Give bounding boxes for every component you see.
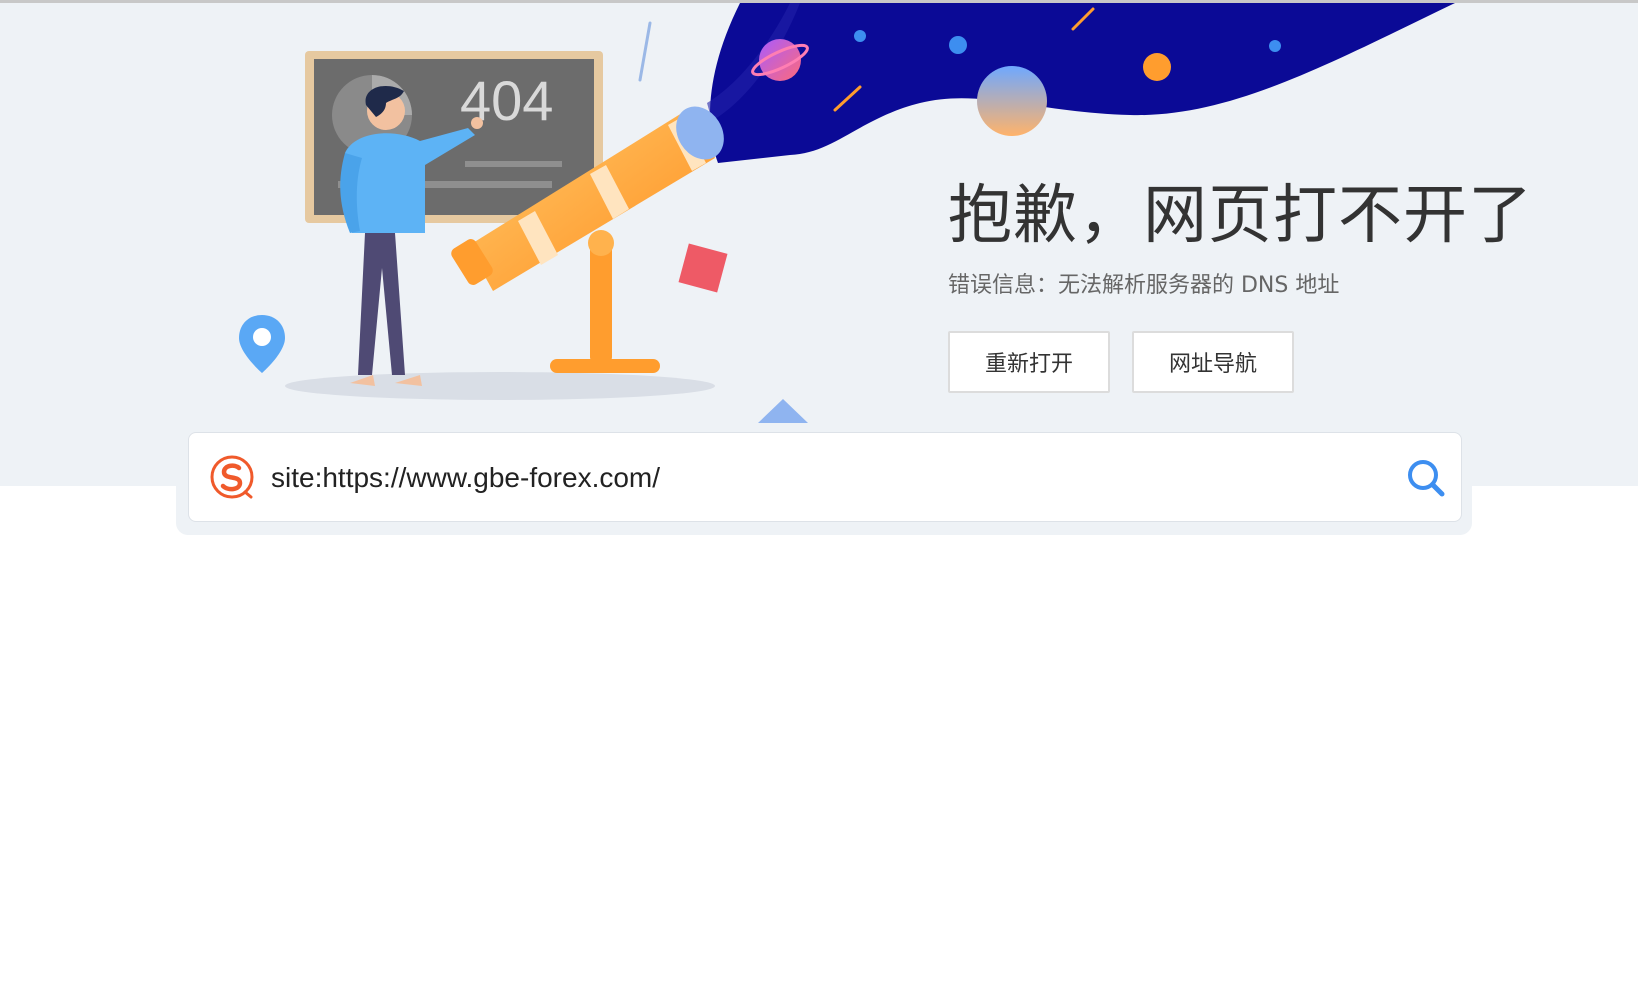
url-navigation-button[interactable]: 网址导航 <box>1132 331 1294 393</box>
space-swoosh <box>710 3 1455 163</box>
page-title: 抱歉，网页打不开了 <box>948 179 1533 253</box>
location-pin-icon <box>239 315 285 373</box>
error-message: 错误信息：无法解析服务器的 DNS 地址 <box>948 273 1340 298</box>
search-input[interactable] <box>271 455 1351 501</box>
search-bar <box>188 432 1462 522</box>
red-square <box>678 243 728 293</box>
reopen-button[interactable]: 重新打开 <box>948 331 1110 393</box>
blue-triangle <box>758 399 808 423</box>
hero-banner: 404 抱歉，网页打不开了 错误信息：无法解析服务器的 DNS 地址 重新打开 … <box>0 3 1638 486</box>
planet-icon <box>977 66 1047 136</box>
search-icon[interactable] <box>1403 455 1449 501</box>
sogou-logo-icon[interactable] <box>209 454 255 500</box>
error-page: 404 抱歉，网页打不开了 错误信息：无法解析服务器的 DNS 地址 重新打开 … <box>0 0 1638 1002</box>
